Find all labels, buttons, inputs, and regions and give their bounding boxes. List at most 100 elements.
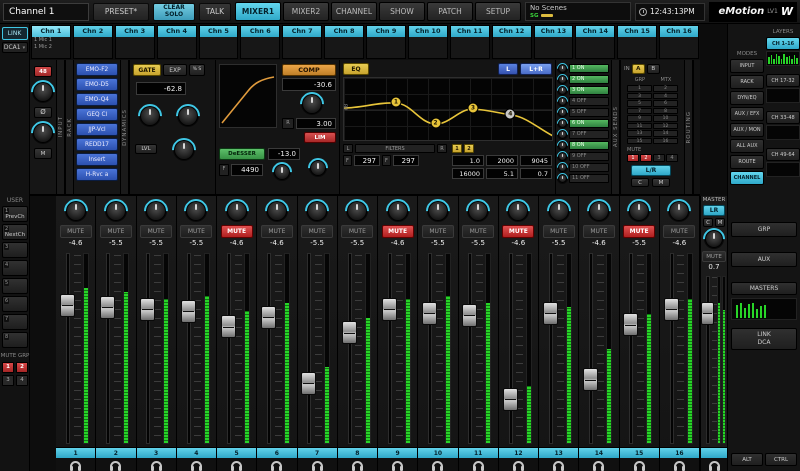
headphone-icon[interactable] bbox=[231, 461, 242, 468]
headphone-icon[interactable] bbox=[312, 461, 323, 468]
fader-handle[interactable] bbox=[261, 306, 276, 329]
channel-pan-knob[interactable] bbox=[508, 201, 528, 221]
scene-display[interactable]: No Scenes SG bbox=[525, 2, 631, 21]
mute-group-4[interactable]: 4 bbox=[16, 375, 28, 386]
channel-pan-knob[interactable] bbox=[186, 201, 206, 221]
mute-button[interactable]: MUTE bbox=[502, 225, 534, 238]
master-m-button[interactable]: M bbox=[715, 218, 725, 227]
routing-dest-13[interactable]: 13 bbox=[627, 130, 652, 137]
eq-band-point-3[interactable]: 3 bbox=[467, 102, 478, 113]
channel-tab-chn-6[interactable]: Chn 6 bbox=[240, 25, 280, 59]
eq-graph[interactable]: dB 1234 bbox=[343, 77, 553, 141]
layer-ch-49-64[interactable]: CH 49-64 bbox=[766, 148, 800, 161]
mode-route[interactable]: ROUTE bbox=[730, 155, 764, 169]
input-gain-knob[interactable] bbox=[33, 82, 53, 102]
fader-handle[interactable] bbox=[462, 304, 477, 327]
aux-send-knob[interactable] bbox=[558, 152, 567, 161]
deesser-button[interactable]: DeESSER bbox=[219, 148, 265, 160]
clear-solo-button[interactable]: CLEAR SOLO bbox=[153, 3, 195, 21]
master-c-button[interactable]: C bbox=[703, 218, 713, 227]
link-dca-button[interactable]: LINKDCA bbox=[731, 328, 797, 350]
dca-selector[interactable]: DCA1 ▾ bbox=[2, 42, 28, 53]
tab-mixer2[interactable]: MIXER2 bbox=[283, 2, 329, 21]
aux-send-knob[interactable] bbox=[558, 141, 567, 150]
mode-rack[interactable]: RACK bbox=[730, 75, 764, 89]
aux-send-knob[interactable] bbox=[558, 75, 567, 84]
headphone-icon[interactable] bbox=[70, 461, 81, 468]
fader-handle[interactable] bbox=[623, 313, 638, 336]
routing-mute-4[interactable]: 4 bbox=[666, 154, 678, 162]
routing-lr-button[interactable]: L/R bbox=[631, 165, 671, 176]
mode-channel[interactable]: CHANNEL bbox=[730, 171, 764, 185]
aux-send-toggle-8[interactable]: 8 ON bbox=[569, 141, 609, 150]
gate-floor-knob[interactable] bbox=[174, 140, 194, 160]
mute-button[interactable]: MUTE bbox=[663, 225, 695, 238]
eq-band-point-4[interactable]: 4 bbox=[505, 108, 516, 119]
channel-number-plate[interactable]: 9 bbox=[378, 447, 417, 458]
mute-button[interactable]: MUTE bbox=[422, 225, 454, 238]
routing-dest-4[interactable]: 4 bbox=[653, 93, 678, 100]
exp-button[interactable]: EXP bbox=[163, 64, 187, 76]
rack-slot-emo-q4[interactable]: EMO-Q4 bbox=[76, 93, 118, 106]
aux-send-toggle-7[interactable]: 7 OFF bbox=[569, 130, 609, 139]
aux-send-knob[interactable] bbox=[558, 64, 567, 73]
headphone-icon[interactable] bbox=[553, 461, 564, 468]
mute-button[interactable]: MUTE bbox=[140, 225, 172, 238]
channel-number-plate[interactable]: 5 bbox=[217, 447, 256, 458]
mute-group-3[interactable]: 3 bbox=[2, 375, 14, 386]
layer-grp-button[interactable]: GRP bbox=[731, 222, 797, 237]
mute-button[interactable]: MUTE bbox=[623, 225, 655, 238]
channel-number-plate[interactable]: 13 bbox=[539, 447, 578, 458]
master-balance-knob[interactable] bbox=[705, 230, 723, 248]
fader-handle[interactable] bbox=[664, 298, 679, 321]
channel-tab-chn-8[interactable]: Chn 8 bbox=[324, 25, 364, 59]
channel-pan-knob[interactable] bbox=[227, 201, 247, 221]
channel-number-plate[interactable]: 16 bbox=[660, 447, 699, 458]
channel-number-plate[interactable]: 12 bbox=[499, 447, 538, 458]
eq-band-point-1[interactable]: 1 bbox=[391, 96, 402, 107]
aux-send-toggle-5[interactable]: 5 OFF bbox=[569, 108, 609, 117]
layer-masters-button[interactable]: MASTERS bbox=[731, 282, 797, 295]
preset-button[interactable]: PRESET* bbox=[93, 3, 149, 21]
routing-mute-3[interactable]: 3 bbox=[653, 154, 665, 162]
headphone-icon[interactable] bbox=[151, 461, 162, 468]
tab-channel[interactable]: CHANNEL bbox=[331, 2, 377, 21]
rack-slot-redd17[interactable]: REDD17 bbox=[76, 138, 118, 151]
user-button-1[interactable]: 1PrevCh bbox=[2, 206, 28, 222]
channel-number-plate[interactable]: 15 bbox=[620, 447, 659, 458]
fader-handle[interactable] bbox=[60, 294, 75, 317]
mode-aux-mon[interactable]: AUX / MON bbox=[730, 123, 764, 137]
channel-pan-knob[interactable] bbox=[106, 201, 126, 221]
user-button-7[interactable]: 7 bbox=[2, 314, 28, 330]
layer-ch-17-32[interactable]: CH 17-32 bbox=[766, 74, 800, 87]
routing-m-button[interactable]: M bbox=[652, 178, 670, 187]
rack-slot-geq-cl[interactable]: GEQ Cl bbox=[76, 108, 118, 121]
eq-button[interactable]: EQ bbox=[343, 63, 369, 75]
channel-number-plate[interactable]: 4 bbox=[177, 447, 216, 458]
mute-button[interactable]: MUTE bbox=[382, 225, 414, 238]
headphone-icon[interactable] bbox=[513, 461, 524, 468]
layer-aux-button[interactable]: AUX bbox=[731, 252, 797, 267]
channel-tab-chn-14[interactable]: Chn 14 bbox=[575, 25, 615, 59]
routing-dest-2[interactable]: 2 bbox=[653, 85, 678, 92]
mode-aux-efx[interactable]: AUX / EFX bbox=[730, 107, 764, 121]
mono-button[interactable]: M bbox=[34, 148, 52, 159]
channel-number-plate[interactable]: 8 bbox=[338, 447, 377, 458]
mode-dyn-eq[interactable]: DYN/EQ bbox=[730, 91, 764, 105]
mode-input[interactable]: INPUT bbox=[730, 59, 764, 73]
headphone-icon[interactable] bbox=[674, 461, 685, 468]
headphone-icon[interactable] bbox=[593, 461, 604, 468]
routing-mute-1[interactable]: 1 bbox=[627, 154, 639, 162]
routing-dest-16[interactable]: 16 bbox=[653, 138, 678, 145]
user-button-6[interactable]: 6 bbox=[2, 296, 28, 312]
mute-button[interactable]: MUTE bbox=[301, 225, 333, 238]
headphone-icon[interactable] bbox=[709, 461, 720, 468]
channel-pan-knob[interactable] bbox=[388, 201, 408, 221]
eq-band-button-1[interactable]: 1 bbox=[452, 144, 462, 153]
user-button-2[interactable]: 2NextCh bbox=[2, 224, 28, 240]
aux-send-toggle-10[interactable]: 10 OFF bbox=[569, 163, 609, 172]
master-fader-handle[interactable] bbox=[701, 302, 714, 325]
aux-send-toggle-11[interactable]: 11 OFF bbox=[569, 174, 609, 183]
fader-handle[interactable] bbox=[221, 315, 236, 338]
mute-button[interactable]: MUTE bbox=[462, 225, 494, 238]
